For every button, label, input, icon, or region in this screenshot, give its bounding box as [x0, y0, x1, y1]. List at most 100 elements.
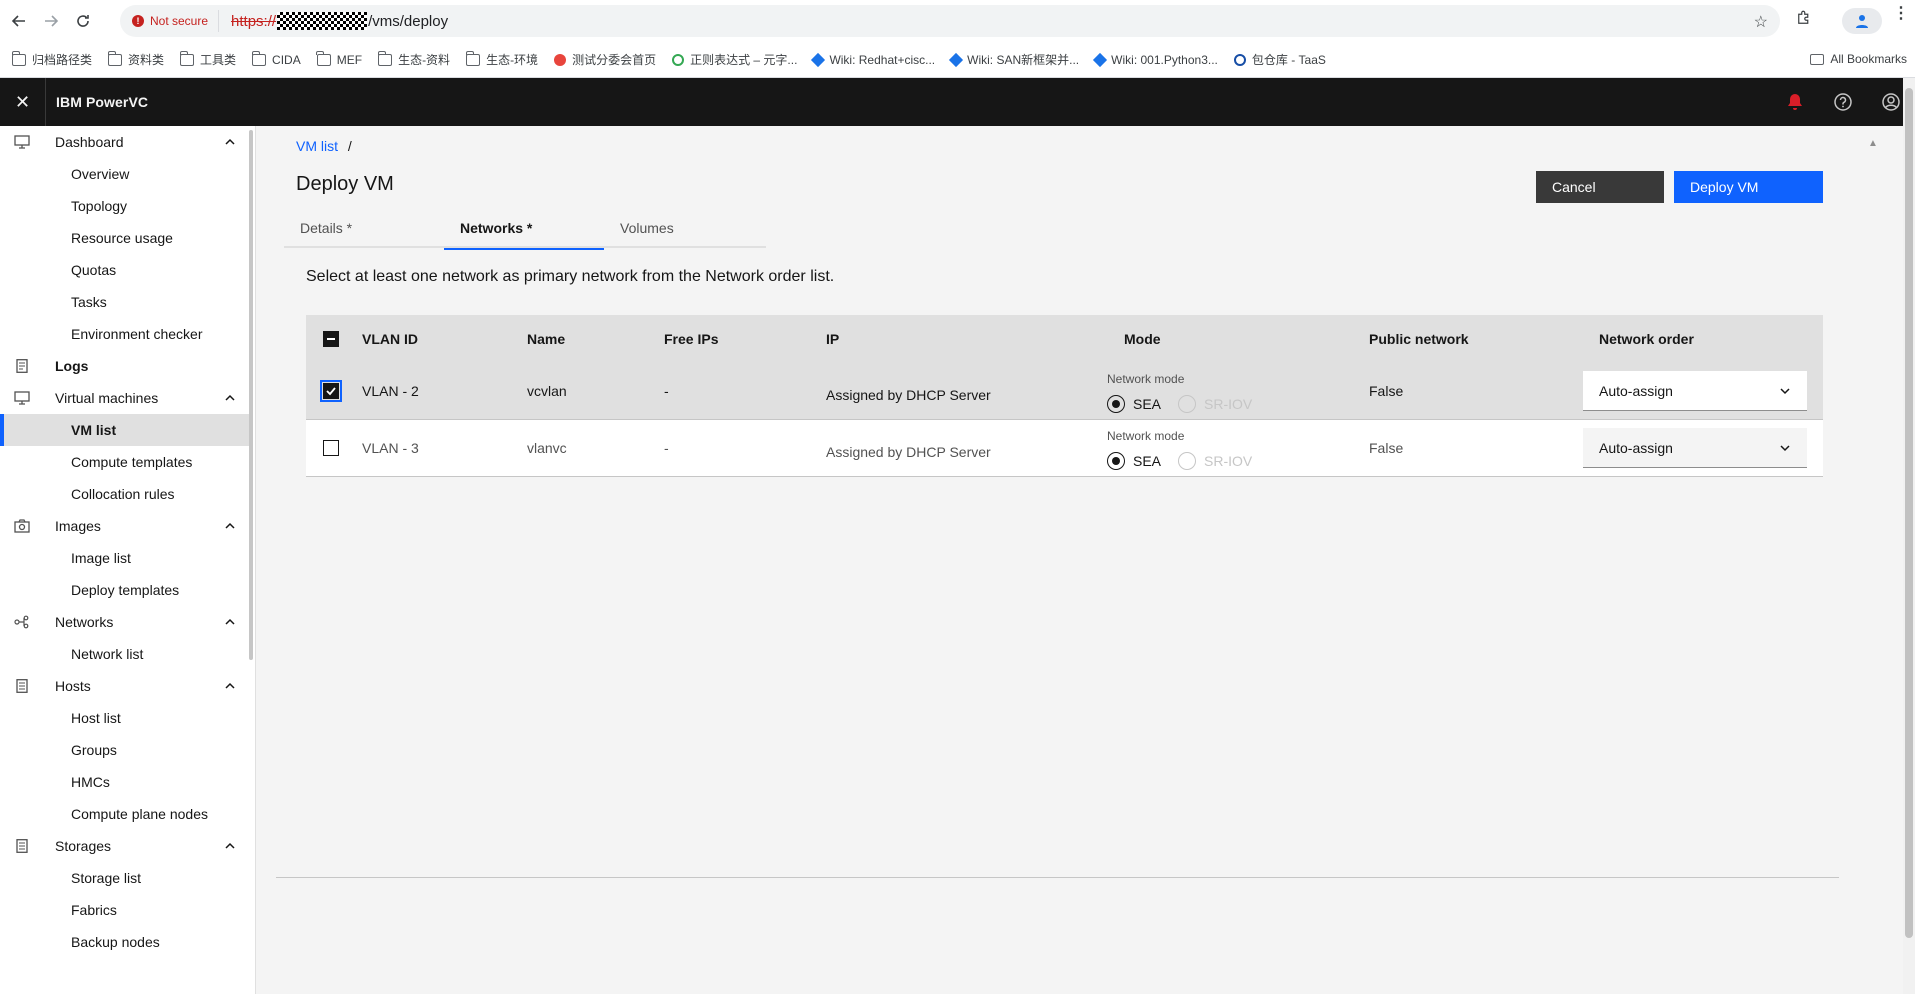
- browser-menu-icon[interactable]: ⋮: [1893, 6, 1909, 22]
- tab-list: Details * Networks * Volumes: [284, 208, 766, 250]
- sidenav-item-groups[interactable]: Groups: [0, 734, 252, 766]
- tab-volumes[interactable]: Volumes: [604, 208, 764, 248]
- bookmark-star-icon[interactable]: ☆: [1754, 12, 1768, 32]
- sidenav-item-deploy-templates[interactable]: Deploy templates: [0, 574, 252, 606]
- chevron-down-icon: [1780, 388, 1790, 395]
- bookmark-item[interactable]: 资料类: [107, 50, 164, 68]
- bookmark-item[interactable]: CIDA: [251, 50, 301, 67]
- breadcrumb: VM list /: [296, 138, 352, 154]
- header-network-order[interactable]: Network order: [1599, 331, 1694, 347]
- sidenav-item-environment-checker[interactable]: Environment checker: [0, 318, 252, 350]
- chevron-up-icon[interactable]: [224, 616, 236, 628]
- bookmark-item[interactable]: 生态-资料: [377, 50, 450, 68]
- radio-sea[interactable]: SEA: [1107, 452, 1161, 470]
- sidenav-group-dashboard[interactable]: Dashboard: [0, 126, 252, 158]
- bookmark-item[interactable]: 工具类: [179, 50, 236, 68]
- header-mode[interactable]: Mode: [1124, 331, 1161, 347]
- chevron-up-icon[interactable]: [224, 136, 236, 148]
- sidenav-item-storage-list[interactable]: Storage list: [0, 862, 252, 894]
- breadcrumb-vm-list-link[interactable]: VM list: [296, 138, 338, 154]
- chevron-up-icon[interactable]: [224, 840, 236, 852]
- security-label: Not secure: [150, 14, 209, 28]
- notification-bell-icon[interactable]: [1771, 78, 1819, 126]
- sidenav-item-image-list[interactable]: Image list: [0, 542, 252, 574]
- row-checkbox[interactable]: [320, 380, 342, 402]
- table-row[interactable]: VLAN - 2 vcvlan - Assigned by DHCP Serve…: [306, 363, 1823, 420]
- reload-icon[interactable]: [70, 8, 96, 34]
- header-ip[interactable]: IP: [826, 331, 839, 347]
- profile-icon[interactable]: [1842, 8, 1882, 34]
- header-public-network[interactable]: Public network: [1369, 331, 1469, 347]
- sidenav-item-overview[interactable]: Overview: [0, 158, 252, 190]
- sidenav-item-collocation-rules[interactable]: Collocation rules: [0, 478, 252, 510]
- bookmark-item[interactable]: Wiki: SAN新框架并...: [949, 51, 1079, 68]
- select-all-checkbox[interactable]: [323, 331, 339, 347]
- sidenav-item-compute-plane-nodes[interactable]: Compute plane nodes: [0, 798, 252, 830]
- sidenav-group-virtual-machines[interactable]: Virtual machines: [0, 382, 252, 414]
- bookmark-label: Wiki: 001.Python3...: [1111, 52, 1218, 67]
- sidenav-group-networks[interactable]: Networks: [0, 606, 252, 638]
- tab-networks[interactable]: Networks *: [444, 208, 604, 250]
- table-row[interactable]: VLAN - 3 vlanvc - Assigned by DHCP Serve…: [306, 420, 1823, 477]
- page-scrollbar[interactable]: [1903, 78, 1915, 994]
- extensions-icon[interactable]: [1795, 9, 1819, 33]
- sidenav-item-network-list[interactable]: Network list: [0, 638, 252, 670]
- bookmark-item[interactable]: 正则表达式 – 元字...: [672, 51, 797, 68]
- network-order-dropdown[interactable]: Auto-assign: [1583, 428, 1807, 468]
- back-icon[interactable]: [6, 8, 32, 34]
- sidenav-scrollbar[interactable]: [249, 130, 253, 660]
- security-indicator[interactable]: ! Not secure: [132, 10, 220, 32]
- chevron-up-icon[interactable]: [224, 680, 236, 692]
- sidenav-item-topology[interactable]: Topology: [0, 190, 252, 222]
- chevron-up-icon[interactable]: [224, 392, 236, 404]
- scrollbar-thumb[interactable]: [1905, 88, 1913, 938]
- cancel-button[interactable]: Cancel: [1536, 171, 1664, 203]
- header-free-ips[interactable]: Free IPs: [664, 331, 718, 347]
- sidenav-group-images[interactable]: Images: [0, 510, 252, 542]
- sidenav-group-label: Networks: [55, 614, 114, 630]
- sidenav-item-compute-templates[interactable]: Compute templates: [0, 446, 252, 478]
- sidenav-item-host-list[interactable]: Host list: [0, 702, 252, 734]
- sidenav-group-logs[interactable]: Logs: [0, 350, 252, 382]
- radio-label: SEA: [1133, 453, 1162, 469]
- row-checkbox[interactable]: [323, 440, 339, 456]
- site-icon-green: [672, 53, 685, 66]
- close-menu-icon[interactable]: ✕: [0, 78, 46, 126]
- sidenav-item-resource-usage[interactable]: Resource usage: [0, 222, 252, 254]
- sidenav-item-vm-list[interactable]: VM list: [0, 414, 252, 446]
- wiki-icon: [949, 52, 964, 67]
- radio-button: [1107, 395, 1125, 413]
- deploy-vm-button[interactable]: Deploy VM: [1674, 171, 1823, 203]
- radio-label: SR-IOV: [1204, 396, 1253, 412]
- bookmark-item[interactable]: 包仓库 - TaaS: [1233, 51, 1326, 68]
- bookmark-item[interactable]: 归档路径类: [11, 50, 92, 68]
- address-bar[interactable]: ! Not secure https:// /vms/deploy ☆: [120, 5, 1780, 37]
- sidenav-item-hmcs[interactable]: HMCs: [0, 766, 252, 798]
- scroll-up-icon[interactable]: ▲: [1868, 138, 1878, 149]
- all-bookmarks-button[interactable]: All Bookmarks: [1810, 52, 1907, 66]
- site-icon-blue: [1233, 53, 1246, 66]
- storage-icon: [14, 839, 30, 853]
- sidenav-item-backup-nodes[interactable]: Backup nodes: [0, 926, 252, 958]
- url-text[interactable]: https:// /vms/deploy: [231, 12, 448, 30]
- forward-icon[interactable]: [38, 8, 64, 34]
- bookmark-item[interactable]: 生态-环境: [465, 50, 538, 68]
- sidenav-group-storages[interactable]: Storages: [0, 830, 252, 862]
- bookmark-item[interactable]: Wiki: 001.Python3...: [1093, 52, 1218, 67]
- network-order-dropdown[interactable]: Auto-assign: [1583, 371, 1807, 411]
- sidenav-item-tasks[interactable]: Tasks: [0, 286, 252, 318]
- bookmark-item[interactable]: Wiki: Redhat+cisc...: [811, 52, 935, 67]
- sidenav-item-quotas[interactable]: Quotas: [0, 254, 252, 286]
- help-icon[interactable]: [1819, 78, 1867, 126]
- header-name[interactable]: Name: [527, 331, 565, 347]
- chevron-up-icon[interactable]: [224, 520, 236, 532]
- radio-sea[interactable]: SEA: [1107, 395, 1161, 413]
- sidenav-item-fabrics[interactable]: Fabrics: [0, 894, 252, 926]
- sidenav-group-hosts[interactable]: Hosts: [0, 670, 252, 702]
- bookmark-item[interactable]: 测试分委会首页: [554, 51, 656, 68]
- monitor-icon: [14, 135, 30, 149]
- server-icon: [14, 679, 30, 693]
- bookmark-item[interactable]: MEF: [316, 50, 362, 67]
- tab-details[interactable]: Details *: [284, 208, 444, 248]
- header-vlan-id[interactable]: VLAN ID: [362, 331, 418, 347]
